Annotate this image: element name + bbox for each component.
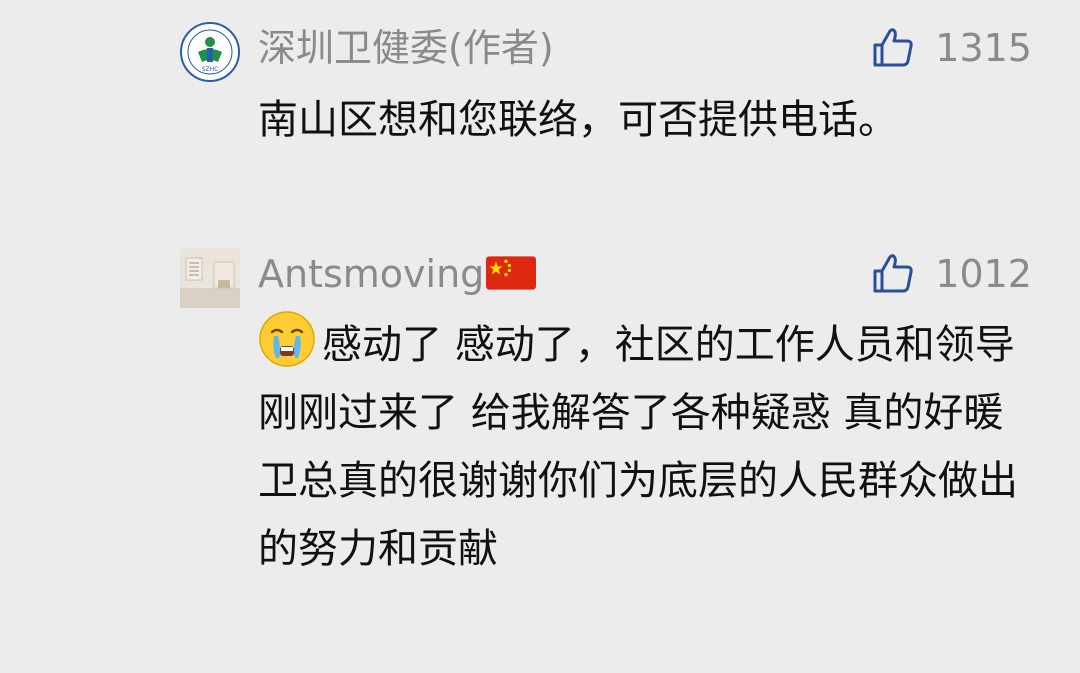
like-count: 1315 — [935, 26, 1032, 70]
szhc-logo-avatar[interactable]: SZHC — [180, 22, 240, 82]
comment-text: 南山区想和您联络，可否提供电话。 — [258, 97, 898, 143]
avatar-logo-text: SZHC — [202, 66, 219, 73]
crying-face-icon — [259, 311, 315, 367]
username-text[interactable]: Antsmoving — [258, 252, 484, 296]
interior-photo-avatar[interactable] — [180, 248, 240, 308]
comment-text: 感动了 感动了，社区的工作人员和领导刚刚过来了 给我解答了各种疑惑 真的好暖 卫… — [258, 310, 1028, 583]
like-button[interactable]: 1315 — [869, 24, 1032, 72]
like-count: 1012 — [935, 252, 1032, 296]
comment-text-body: 感动了 感动了，社区的工作人员和领导刚刚过来了 给我解答了各种疑惑 真的好暖 卫… — [258, 322, 1018, 572]
comment-username[interactable]: 深圳卫健委(作者) — [258, 24, 554, 72]
comment-username[interactable]: Antsmoving — [258, 250, 537, 298]
like-button[interactable]: 1012 — [869, 250, 1032, 298]
thumbs-up-icon[interactable] — [869, 25, 915, 71]
china-flag-icon — [486, 256, 537, 290]
thumbs-up-icon[interactable] — [869, 251, 915, 297]
